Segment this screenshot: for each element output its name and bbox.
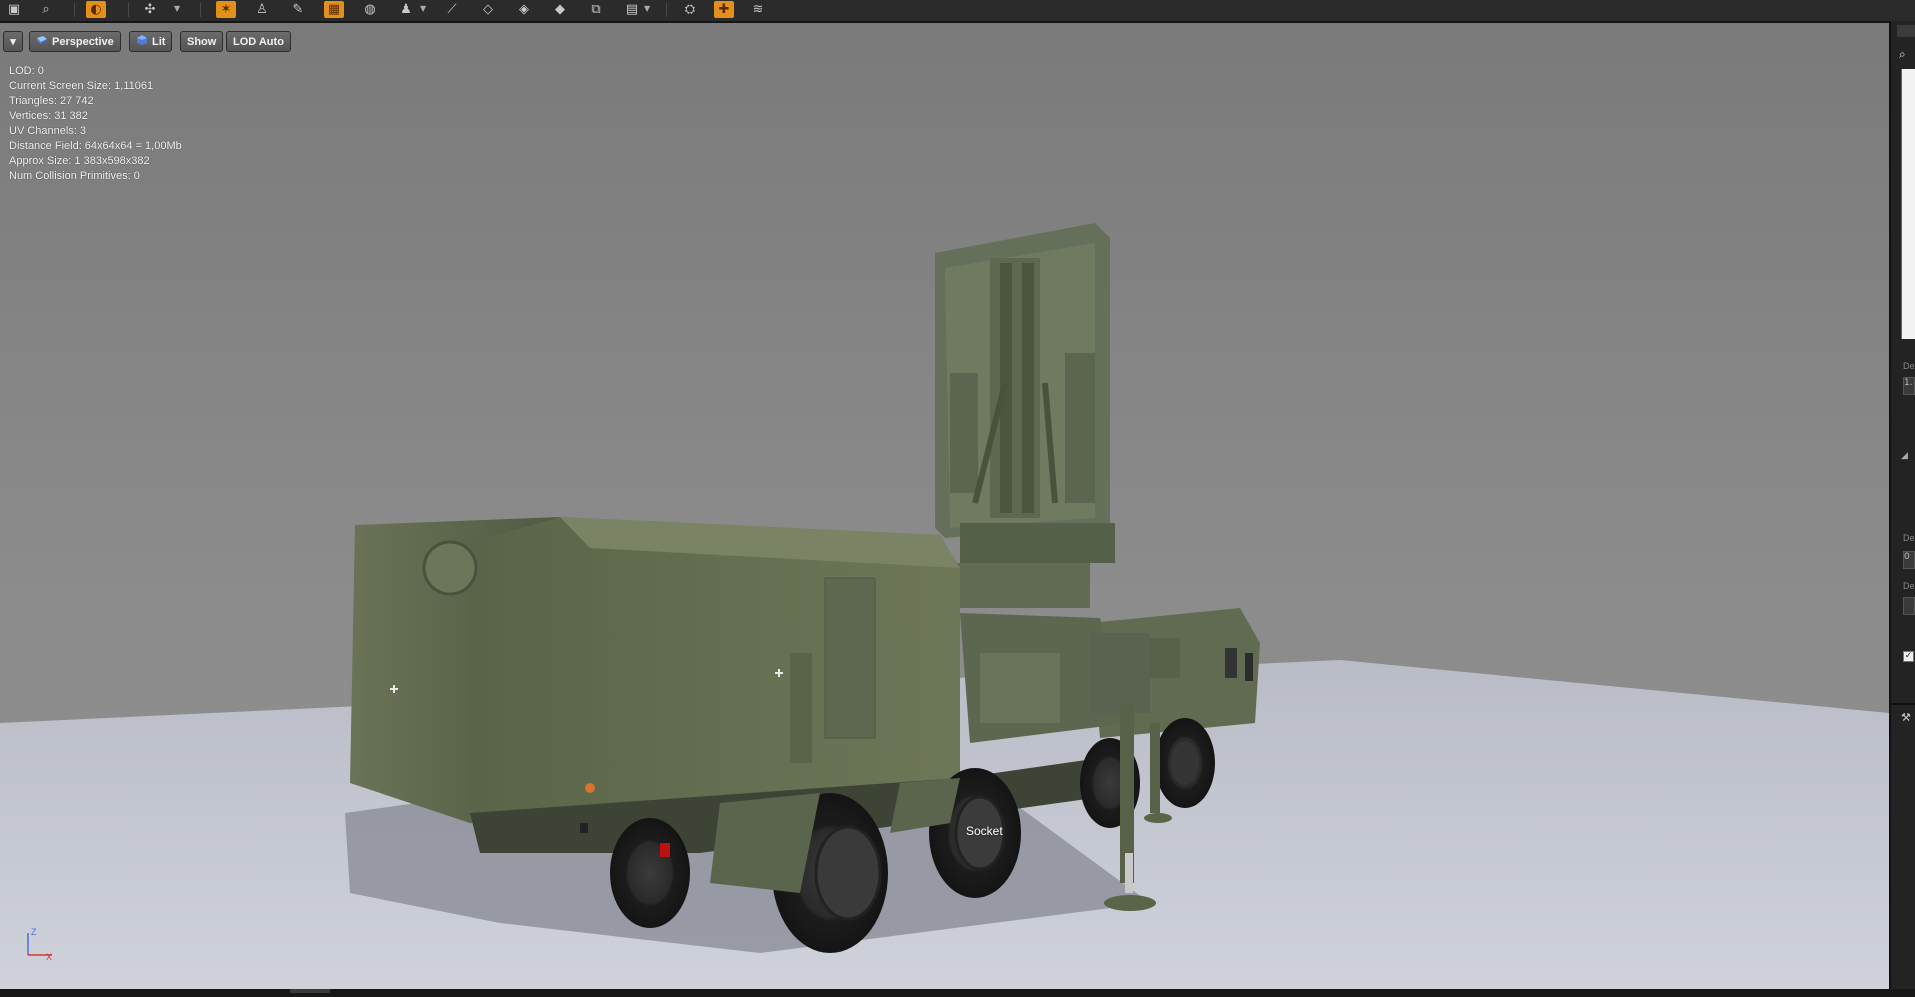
scroll-handle[interactable]: [290, 989, 330, 993]
layers-icon[interactable]: ▤: [622, 1, 642, 18]
detail-label: De: [1903, 361, 1915, 371]
toggle-icon[interactable]: ✚: [714, 1, 734, 18]
lod-label: LOD Auto: [233, 35, 284, 48]
stack-icon[interactable]: ≋: [748, 1, 768, 18]
panel-header: [1897, 25, 1915, 37]
stat-vertices: Vertices: 31 382: [9, 110, 88, 122]
wrench-icon[interactable]: ⚒: [1901, 711, 1911, 724]
detail-value-field[interactable]: 1.: [1903, 377, 1915, 395]
checkbox[interactable]: ✓: [1903, 651, 1914, 662]
rear-light: [660, 843, 670, 857]
lod-button[interactable]: LOD Auto: [226, 31, 291, 52]
simplify-icon[interactable]: ◆: [550, 1, 570, 18]
stat-distance-field: Distance Field: 64x64x64 = 1,00Mb: [9, 140, 182, 152]
show-button[interactable]: Show: [180, 31, 224, 52]
detail-value-field[interactable]: 0: [1903, 551, 1915, 569]
collision-icon[interactable]: ✣: [140, 1, 160, 18]
editor-toolbar: ▣ ⌕ ◐ ✣ ▼ ✶ ♙ ✎ ▦ ◍ ♟ ▼ ⟋ ◇ ◈ ◆ ⧉ ▤ ▼ ⛭ …: [0, 0, 1915, 23]
vertex-icon[interactable]: ◇: [478, 1, 498, 18]
save-icon[interactable]: ▣: [4, 1, 24, 18]
mesh-viewport[interactable]: ▾ Perspective Lit Show LOD Auto LOD: 0 C…: [0, 23, 1889, 989]
normals-icon[interactable]: ♙: [252, 1, 272, 18]
sockets-icon[interactable]: ⟋: [442, 1, 462, 18]
detail-value-field[interactable]: [1903, 597, 1915, 615]
stat-screen-size: Current Screen Size: 1,11061: [9, 80, 154, 92]
rear-light: [580, 823, 588, 833]
mesh-stats: LOD: 0 Current Screen Size: 1,11061 Tria…: [9, 64, 182, 184]
perspective-button[interactable]: Perspective: [29, 31, 121, 52]
pivot-icon[interactable]: ♟: [396, 1, 416, 18]
detail-label: De: [1903, 581, 1915, 591]
uv-icon[interactable]: ✎: [288, 1, 308, 18]
browse-icon[interactable]: ⌕: [36, 1, 56, 18]
socket-label[interactable]: Socket: [966, 824, 1003, 838]
detail-value: 0: [1904, 552, 1910, 562]
chevron-down-icon[interactable]: ▼: [420, 4, 426, 13]
chevron-down-icon[interactable]: ▼: [644, 4, 650, 13]
panel-divider: [1891, 703, 1915, 705]
stat-lod: LOD: 0: [9, 65, 44, 77]
lod-icon[interactable]: ◈: [514, 1, 534, 18]
toolbar-separator: [128, 3, 129, 17]
toolbar-separator: [666, 3, 667, 17]
viewport-options-dropdown[interactable]: ▾: [3, 31, 23, 52]
toolbar-separator: [200, 3, 201, 17]
toolbar-separator: [74, 3, 75, 17]
lit-label: Lit: [152, 35, 166, 48]
preview-panel[interactable]: [1901, 69, 1915, 339]
show-label: Show: [187, 35, 217, 48]
lit-sphere-icon: [136, 34, 148, 49]
search-icon[interactable]: ⌕: [1899, 47, 1915, 63]
detail-value: 1.: [1904, 378, 1913, 388]
viewport-scene: [0, 223, 1889, 989]
stat-triangles: Triangles: 27 742: [9, 95, 94, 107]
detail-label: De: [1903, 533, 1915, 543]
status-strip: [0, 989, 1915, 997]
axis-z-label: Z: [31, 927, 37, 937]
stat-uv-channels: UV Channels: 3: [9, 125, 87, 137]
cargo-box: [350, 517, 960, 823]
details-panel: ⌕ De 1. ◢ De 0 De ✓ ⚒: [1889, 21, 1915, 989]
copy-icon[interactable]: ⧉: [586, 1, 606, 18]
stat-collision: Num Collision Primitives: 0: [9, 170, 140, 182]
radar-antenna: [935, 223, 1115, 608]
chevron-down-icon: ▾: [10, 36, 16, 48]
reimport-icon[interactable]: ◐: [86, 1, 106, 18]
camera-icon[interactable]: ⛭: [680, 1, 700, 18]
perspective-label: Perspective: [52, 35, 114, 48]
axis-x-label: X: [46, 952, 52, 961]
expand-arrow-icon[interactable]: ◢: [1901, 451, 1908, 461]
axis-gizmo: Z X: [27, 927, 52, 961]
bounds-icon[interactable]: ◍: [360, 1, 380, 18]
perspective-cube-icon: [36, 35, 48, 48]
wireframe-icon[interactable]: ✶: [216, 1, 236, 18]
stat-approx-size: Approx Size: 1 383x598x382: [9, 155, 150, 167]
chevron-down-icon[interactable]: ▼: [174, 4, 180, 13]
grid-icon[interactable]: ▦: [324, 1, 344, 18]
lit-button[interactable]: Lit: [129, 31, 173, 52]
